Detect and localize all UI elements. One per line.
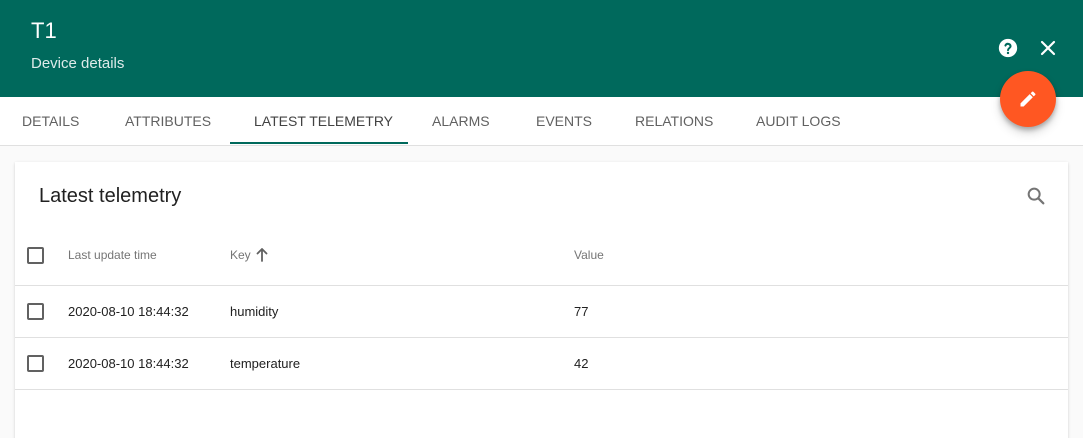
row-checkbox[interactable] (27, 355, 44, 372)
table-row[interactable]: 2020-08-10 18:44:32 temperature 42 (15, 338, 1068, 390)
edit-fab-button[interactable] (1000, 71, 1056, 127)
arrow-up-icon (256, 248, 268, 262)
panel-title: Latest telemetry (39, 185, 182, 207)
help-button[interactable] (996, 36, 1020, 60)
active-tab-indicator (230, 142, 408, 144)
cell-key: humidity (230, 304, 279, 319)
tab-alarms[interactable]: ALARMS (432, 97, 490, 145)
telemetry-panel: Latest telemetry Last update time Key Va… (15, 162, 1068, 438)
help-circle-icon (998, 38, 1018, 58)
column-header-value[interactable]: Value (574, 248, 604, 262)
table-row[interactable]: 2020-08-10 18:44:32 humidity 77 (15, 286, 1068, 338)
cell-last-update-time: 2020-08-10 18:44:32 (68, 356, 189, 371)
tab-relations[interactable]: RELATIONS (635, 97, 713, 145)
row-checkbox[interactable] (27, 303, 44, 320)
device-title: T1 (31, 18, 57, 43)
search-icon (1027, 187, 1045, 205)
device-subtitle: Device details (31, 55, 125, 72)
tab-events[interactable]: EVENTS (536, 97, 592, 145)
tab-bar: DETAILS ATTRIBUTES LATEST TELEMETRY ALAR… (0, 97, 1083, 146)
cell-last-update-time: 2020-08-10 18:44:32 (68, 304, 189, 319)
details-header: T1 Device details (0, 0, 1083, 97)
tab-latest-telemetry[interactable]: LATEST TELEMETRY (254, 97, 393, 145)
tab-details[interactable]: DETAILS (22, 97, 79, 145)
column-header-key[interactable]: Key (230, 248, 251, 262)
search-button[interactable] (1025, 185, 1047, 207)
tab-content: Latest telemetry Last update time Key Va… (0, 146, 1083, 438)
cell-value: 42 (574, 356, 589, 371)
pencil-icon (1020, 91, 1036, 107)
close-icon (1040, 40, 1056, 56)
table-header-row: Last update time Key Value (15, 224, 1068, 286)
tab-attributes[interactable]: ATTRIBUTES (125, 97, 211, 145)
cell-key: temperature (230, 356, 301, 371)
select-all-checkbox[interactable] (27, 247, 44, 264)
cell-value: 77 (574, 304, 589, 319)
tab-audit-logs[interactable]: AUDIT LOGS (756, 97, 841, 145)
column-header-time[interactable]: Last update time (68, 248, 157, 262)
close-button[interactable] (1036, 36, 1060, 60)
